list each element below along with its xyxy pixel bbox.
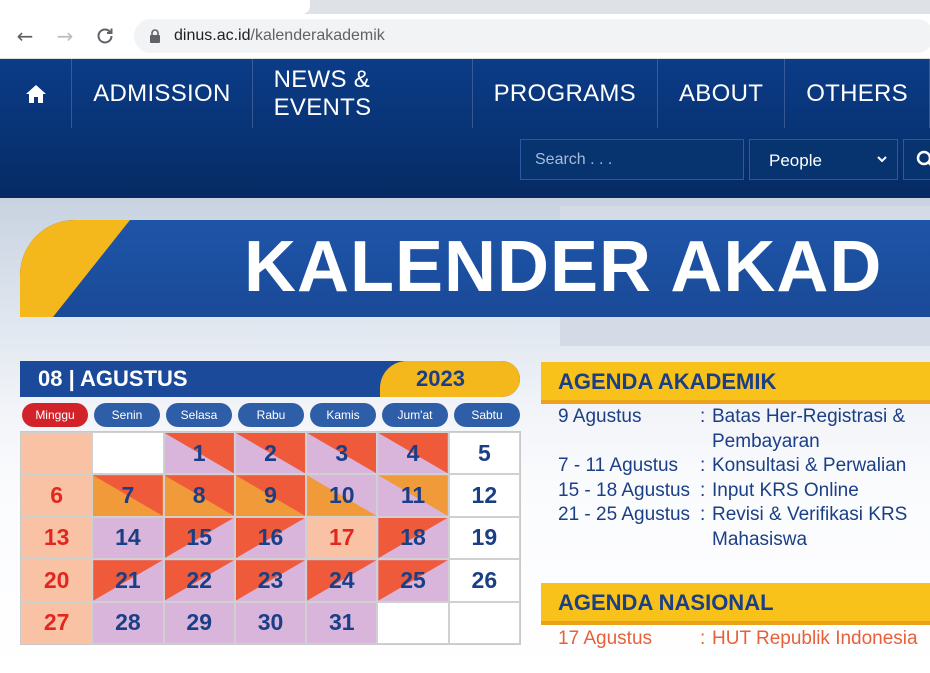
calendar-cell: 6 — [21, 474, 93, 517]
calendar-cell — [92, 432, 164, 475]
calendar-cell: 7 — [92, 474, 164, 517]
reload-icon[interactable] — [89, 20, 121, 52]
banner-title: KALENDER AKAD — [244, 227, 883, 307]
home-nav-item[interactable] — [0, 59, 73, 128]
calendar-header: 08 | AGUSTUS 2023 — [20, 361, 520, 397]
weekday-label: Kamis — [310, 403, 376, 427]
content-area: KALENDER AKAD 08 | AGUSTUS 2023 Minggu S… — [0, 198, 930, 673]
calendar-cell: 19 — [448, 516, 520, 560]
calendar-cell: 22 — [163, 559, 235, 602]
active-tab[interactable] — [0, 0, 310, 14]
calendar-cell: 12 — [448, 474, 520, 517]
search-icon — [916, 150, 930, 166]
calendar-cell-holiday: 17 — [306, 516, 378, 560]
nav-news-events[interactable]: NEWS & EVENTS — [253, 59, 473, 128]
calendar-cell: 15 — [163, 516, 235, 560]
forward-icon[interactable]: → — [49, 20, 81, 52]
calendar-cell: 11 — [377, 474, 449, 517]
calendar-cell: 14 — [92, 516, 164, 560]
calendar-cell: 3 — [306, 432, 378, 475]
browser-toolbar: ← → dinus.ac.id/kalenderakademik — [0, 14, 930, 59]
home-icon — [25, 84, 46, 103]
weekday-label: Minggu — [22, 403, 88, 427]
search-button[interactable] — [903, 139, 930, 180]
calendar-cell: 18 — [377, 516, 449, 560]
agenda-akademik-list: 9 Agustus: Batas Her-Registrasi & Pembaya… — [558, 405, 928, 552]
nav-admission[interactable]: ADMISSION — [72, 59, 253, 128]
weekday-label: Sabtu — [454, 403, 520, 427]
nav-others[interactable]: OTHERS — [785, 59, 930, 128]
tab-strip — [0, 0, 930, 14]
agenda-row: 7 - 11 Agustus: Konsultasi & Perwalian — [558, 455, 907, 476]
calendar-cell — [377, 601, 449, 644]
calendar-cell: 1 — [163, 432, 235, 475]
agenda-row: 9 Agustus: Batas Her-Registrasi & Pembaya… — [558, 406, 906, 452]
weekday-label: Rabu — [238, 403, 304, 427]
calendar-year: 2023 — [416, 366, 465, 391]
agenda-nasional-header: AGENDA NASIONAL — [541, 583, 930, 625]
calendar-month: 08 | AGUSTUS — [38, 366, 188, 391]
calendar-cell — [21, 432, 93, 475]
agenda-row: 15 - 18 Agustus: Input KRS Online — [558, 479, 859, 501]
agenda-akademik-header: AGENDA AKADEMIK — [541, 362, 930, 404]
back-icon[interactable]: ← — [9, 20, 41, 52]
agenda-nasional-title: AGENDA NASIONAL — [558, 590, 774, 615]
url-text: dinus.ac.id/kalenderakademik — [174, 27, 385, 44]
calendar-cell: 2 — [234, 432, 307, 475]
calendar-cell: 10 — [306, 474, 378, 517]
agenda-akademik-title: AGENDA AKADEMIK — [558, 369, 777, 394]
calendar-cell: 29 — [163, 601, 235, 644]
agenda-row: 17 Agustus: HUT Republik Indonesia — [558, 628, 918, 649]
nav-programs[interactable]: PROGRAMS — [473, 59, 658, 128]
address-bar[interactable]: dinus.ac.id/kalenderakademik — [134, 19, 930, 53]
calendar-cell: 9 — [234, 474, 307, 517]
site-header: ADMISSION NEWS & EVENTS PROGRAMS ABOUT O… — [0, 59, 930, 198]
calendar-cell: 24 — [306, 559, 378, 602]
calendar-cell: 25 — [377, 559, 449, 602]
calendar-cell: 20 — [21, 559, 93, 602]
nav-about[interactable]: ABOUT — [658, 59, 786, 128]
search-input[interactable]: Search . . . — [520, 139, 744, 180]
page-banner: KALENDER AKAD — [20, 220, 930, 317]
calendar-cell: 21 — [92, 559, 164, 602]
weekday-label: Senin — [94, 403, 160, 427]
calendar-cell: 31 — [306, 601, 378, 644]
calendar-cell — [448, 601, 520, 644]
weekday-label: Jum'at — [382, 403, 448, 427]
search-category-select[interactable]: People — [749, 139, 898, 180]
calendar-cell: 23 — [234, 559, 307, 602]
calendar-cell: 8 — [163, 474, 235, 517]
calendar-cell: 26 — [448, 559, 520, 602]
weekday-label: Selasa — [166, 403, 232, 427]
calendar-cell: 28 — [92, 601, 164, 644]
lock-icon — [150, 29, 160, 43]
chevron-down-icon — [877, 156, 887, 163]
calendar-cell: 16 — [234, 516, 307, 560]
agenda-row: 21 - 25 Agustus: Revisi & Verifikasi KRS … — [558, 504, 908, 550]
calendar-cell: 27 — [21, 601, 93, 644]
calendar-cell: 30 — [234, 601, 307, 644]
calendar-cell: 13 — [21, 516, 93, 560]
agenda-nasional-list: 17 Agustus: HUT Republik Indonesia — [558, 627, 928, 652]
search-category-value: People — [769, 151, 822, 170]
calendar-cell: 5 — [448, 432, 520, 475]
main-nav: ADMISSION NEWS & EVENTS PROGRAMS ABOUT O… — [0, 59, 930, 128]
weekday-header: Minggu Senin Selasa Rabu Kamis Jum'at Sa… — [22, 403, 522, 427]
calendar-grid: 1 2 3 4 5 6 7 8 9 10 11 12 13 14 15 16 1… — [20, 431, 521, 645]
calendar-cell: 4 — [377, 432, 449, 475]
